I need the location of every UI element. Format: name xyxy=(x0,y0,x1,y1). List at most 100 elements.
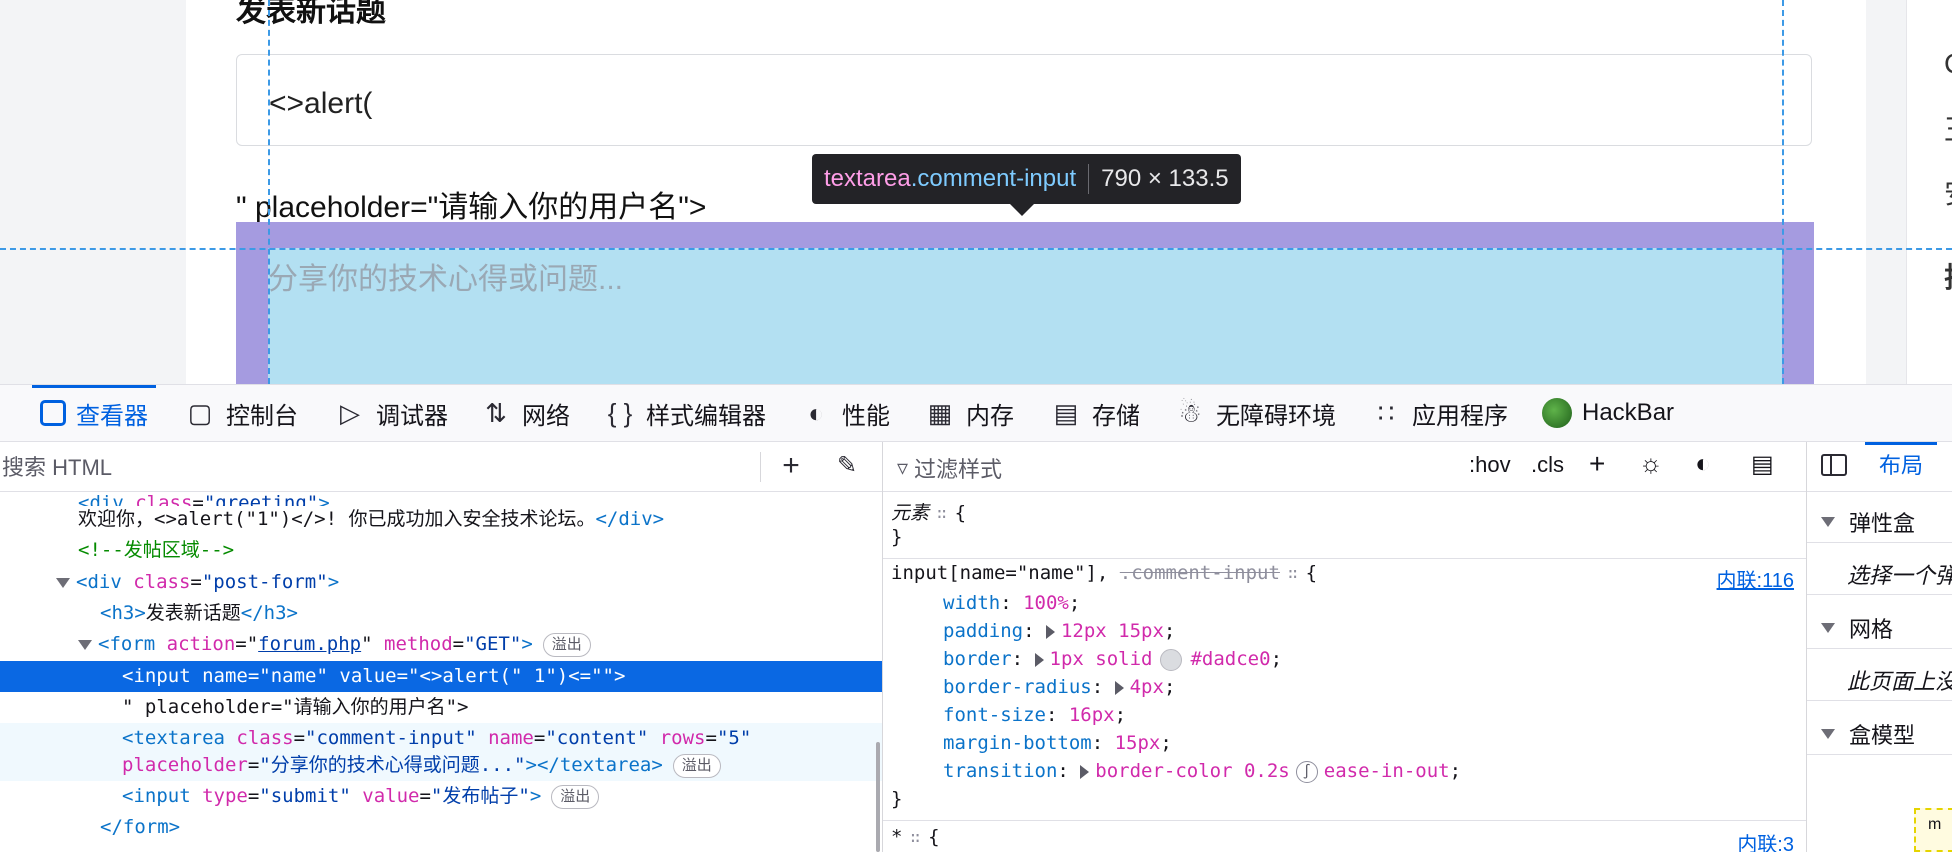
attr-value: "发布帖子" xyxy=(430,785,530,807)
tree-line-post-form[interactable]: <div class="post-form"> xyxy=(0,567,882,598)
tab-hackbar[interactable]: HackBar xyxy=(1542,385,1674,441)
property-value: ease-in-out xyxy=(1323,760,1450,782)
property-name: transition xyxy=(943,760,1058,782)
element-rule: 元素 ∷{ xyxy=(891,502,967,524)
tab-performance[interactable]: ◐ 性能 xyxy=(800,385,890,441)
source-link[interactable]: 内联:116 xyxy=(1717,564,1794,593)
attr-name: value xyxy=(362,785,420,807)
attr-value: "post-form" xyxy=(201,571,328,593)
tab-label: 性能 xyxy=(842,402,890,430)
hackbar-icon xyxy=(1542,398,1572,428)
expand-icon[interactable] xyxy=(56,577,70,588)
add-node-icon[interactable]: + xyxy=(774,450,808,484)
text-node: 欢迎你，<>alert("1")</>! 你已成功加入安全技术论坛。 xyxy=(78,508,596,530)
easing-icon[interactable]: ∫ xyxy=(1295,760,1318,783)
filter-styles-field[interactable]: ▿ 过滤样式 xyxy=(897,452,1002,484)
expand-icon[interactable] xyxy=(1034,652,1044,667)
tooltip-class: .comment-input xyxy=(910,165,1077,192)
cls-button[interactable]: .cls xyxy=(1531,452,1564,478)
sidebar-glyph: 排 xyxy=(1944,256,1952,296)
sidebar-glyph: 王 xyxy=(1944,108,1952,148)
declaration-border-radius[interactable]: border-radius: 4px; xyxy=(943,676,1175,698)
tree-line-form-close[interactable]: </form> xyxy=(0,812,882,843)
expand-icon[interactable] xyxy=(1114,680,1124,695)
overflow-badge[interactable]: 溢出 xyxy=(551,784,600,809)
section-flexbox[interactable]: 弹性盒 xyxy=(1821,506,1915,538)
guide-line-right xyxy=(1782,0,1784,384)
rule-selector[interactable]: input[name="name"], .comment-input ∷{ xyxy=(891,562,1317,584)
tree-line-submit[interactable]: <input type="submit" value="发布帖子"> 溢出 xyxy=(0,781,882,812)
text-node: 发表新话题 xyxy=(145,602,241,624)
dark-theme-icon[interactable]: ◐ xyxy=(1695,448,1711,479)
property-name: border xyxy=(943,648,1012,670)
eyedropper-icon[interactable]: ✎ xyxy=(830,450,864,484)
tree-line-textarea[interactable]: <textarea class="comment-input" name="co… xyxy=(0,723,882,781)
tooltip-arrow xyxy=(1010,204,1034,216)
section-title: 盒模型 xyxy=(1849,723,1916,748)
rules-toolbar: ▿ 过滤样式 :hov .cls + ☼ ◐ ▤ xyxy=(883,442,1806,492)
attr-value: "name" xyxy=(259,665,328,687)
attr-name: type xyxy=(202,785,248,807)
tree-line-h3[interactable]: <h3>发表新话题</h3> xyxy=(0,598,882,629)
tab-style-editor[interactable]: { } 样式编辑器 xyxy=(604,385,766,441)
overflow-badge[interactable]: 溢出 xyxy=(672,753,721,778)
tab-console[interactable]: ▢ 控制台 xyxy=(184,385,298,441)
tab-storage[interactable]: ▤ 存储 xyxy=(1050,385,1140,441)
universal-rule[interactable]: * ∷{ xyxy=(891,826,940,848)
tree-line-input-selected[interactable]: <input name="name" value="<>alert(" 1")<… xyxy=(0,661,882,692)
expand-icon[interactable] xyxy=(1821,623,1835,633)
attr-name: class xyxy=(133,571,191,593)
property-name: padding xyxy=(943,620,1024,642)
divider xyxy=(1807,594,1952,595)
tab-layout[interactable]: 布局 xyxy=(1865,442,1938,490)
light-theme-icon[interactable]: ☼ xyxy=(1639,448,1663,479)
tree-line-form[interactable]: <form action="forum.php" method="GET"> 溢出 xyxy=(0,629,882,660)
guide-line-left xyxy=(268,0,270,384)
declaration-margin-bottom[interactable]: margin-bottom: 15px; xyxy=(943,732,1172,754)
expand-icon[interactable] xyxy=(78,639,92,650)
declaration-border[interactable]: border: 1px solid #dadce0; xyxy=(943,648,1282,671)
tree-line-greeting-text[interactable]: 欢迎你，<>alert("1")</>! 你已成功加入安全技术论坛。</div> xyxy=(0,504,882,535)
tab-accessibility[interactable]: ☃ 无障碍环境 xyxy=(1174,385,1336,441)
tab-label: 应用程序 xyxy=(1412,402,1508,430)
add-rule-icon[interactable]: + xyxy=(1589,448,1605,480)
tooltip-tag: textarea xyxy=(824,165,911,192)
print-media-icon[interactable]: ▤ xyxy=(1751,450,1774,479)
declaration-font-size[interactable]: font-size: 16px; xyxy=(943,704,1126,726)
hov-button[interactable]: :hov xyxy=(1469,452,1511,478)
tab-network[interactable]: ⇅ 网络 xyxy=(480,385,570,441)
toggle-sidebar-icon[interactable] xyxy=(1821,454,1847,476)
debugger-icon: ▷ xyxy=(340,398,360,428)
declaration-padding[interactable]: padding: 12px 15px; xyxy=(943,620,1175,642)
tab-debugger[interactable]: ▷ 调试器 xyxy=(334,385,448,441)
expand-icon[interactable] xyxy=(1045,624,1055,639)
tag-text: <form xyxy=(98,633,167,655)
expand-icon[interactable] xyxy=(1821,729,1835,739)
expand-icon[interactable] xyxy=(1080,764,1090,779)
html-scrollbar[interactable] xyxy=(876,742,880,852)
expand-icon[interactable] xyxy=(1821,517,1835,527)
section-body: 选择一个弹 xyxy=(1847,563,1952,588)
section-title: 网格 xyxy=(1849,617,1894,642)
overflow-badge[interactable]: 溢出 xyxy=(542,632,591,657)
html-search-input[interactable] xyxy=(0,450,754,486)
name-input[interactable]: <>alert( xyxy=(236,54,1812,146)
tree-line-comment[interactable]: <!--发帖区域--> xyxy=(0,535,882,566)
section-box-model[interactable]: 盒模型 xyxy=(1821,718,1915,750)
filter-placeholder: 过滤样式 xyxy=(914,457,1003,482)
section-grid[interactable]: 网格 xyxy=(1821,612,1893,644)
tab-application[interactable]: ∷ 应用程序 xyxy=(1370,385,1508,441)
declaration-width[interactable]: width: 100%; xyxy=(943,592,1080,614)
tab-inspector[interactable]: 查看器 xyxy=(32,385,156,441)
element-label: 元素 xyxy=(891,503,930,524)
attr-value: "comment-input" xyxy=(305,727,477,749)
tree-line-injected-text[interactable]: " placeholder="请输入你的用户名"> xyxy=(0,692,882,723)
accessibility-icon: ☃ xyxy=(1178,398,1202,428)
comment-textarea[interactable]: 分享你的技术心得或问题... xyxy=(268,248,1782,384)
tab-label: 网络 xyxy=(522,402,570,430)
source-link[interactable]: 内联:3 xyxy=(1737,828,1794,852)
tab-memory[interactable]: ▦ 内存 xyxy=(924,385,1014,441)
attr-value-link[interactable]: forum.php xyxy=(258,633,361,655)
color-swatch[interactable] xyxy=(1160,648,1183,671)
declaration-transition[interactable]: transition: border-color 0.2s ∫ ease-in-ou… xyxy=(943,760,1461,783)
